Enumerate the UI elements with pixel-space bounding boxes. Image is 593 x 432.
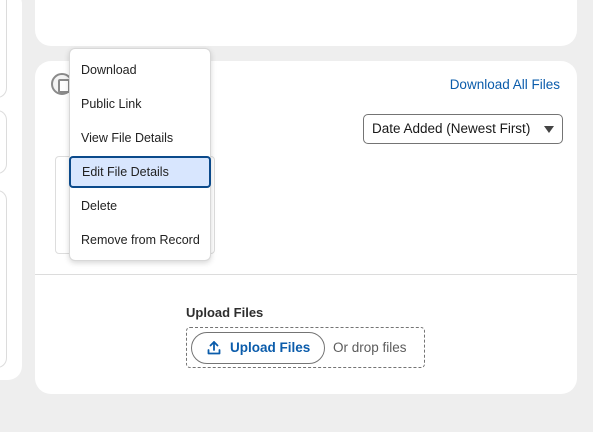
sort-select[interactable]: Date Added (Newest First) [363,114,563,144]
upload-files-button-label: Upload Files [230,340,311,355]
upload-files-label: Upload Files [186,305,264,320]
previous-card [35,0,577,46]
upload-icon [207,341,221,355]
divider [35,274,577,275]
file-actions-menu: Download Public Link View File Details E… [69,48,211,261]
sort-selected-value: Date Added (Newest First) [372,121,531,136]
left-card-edge [0,110,7,174]
caret-down-icon [544,126,554,133]
file-drop-zone[interactable]: Upload Files Or drop files [186,327,425,368]
menu-item-delete[interactable]: Delete [70,190,210,222]
menu-item-remove-from-record[interactable]: Remove from Record [70,224,210,256]
menu-item-public-link[interactable]: Public Link [70,88,210,120]
drop-files-text: Or drop files [333,340,407,355]
left-card-edge [0,0,7,98]
menu-item-view-file-details[interactable]: View File Details [70,122,210,154]
upload-files-button[interactable]: Upload Files [191,332,325,364]
download-all-files-link[interactable]: Download All Files [450,77,560,92]
left-card-edge [0,190,7,368]
menu-item-edit-file-details[interactable]: Edit File Details [69,156,211,188]
menu-item-download[interactable]: Download [70,54,210,86]
